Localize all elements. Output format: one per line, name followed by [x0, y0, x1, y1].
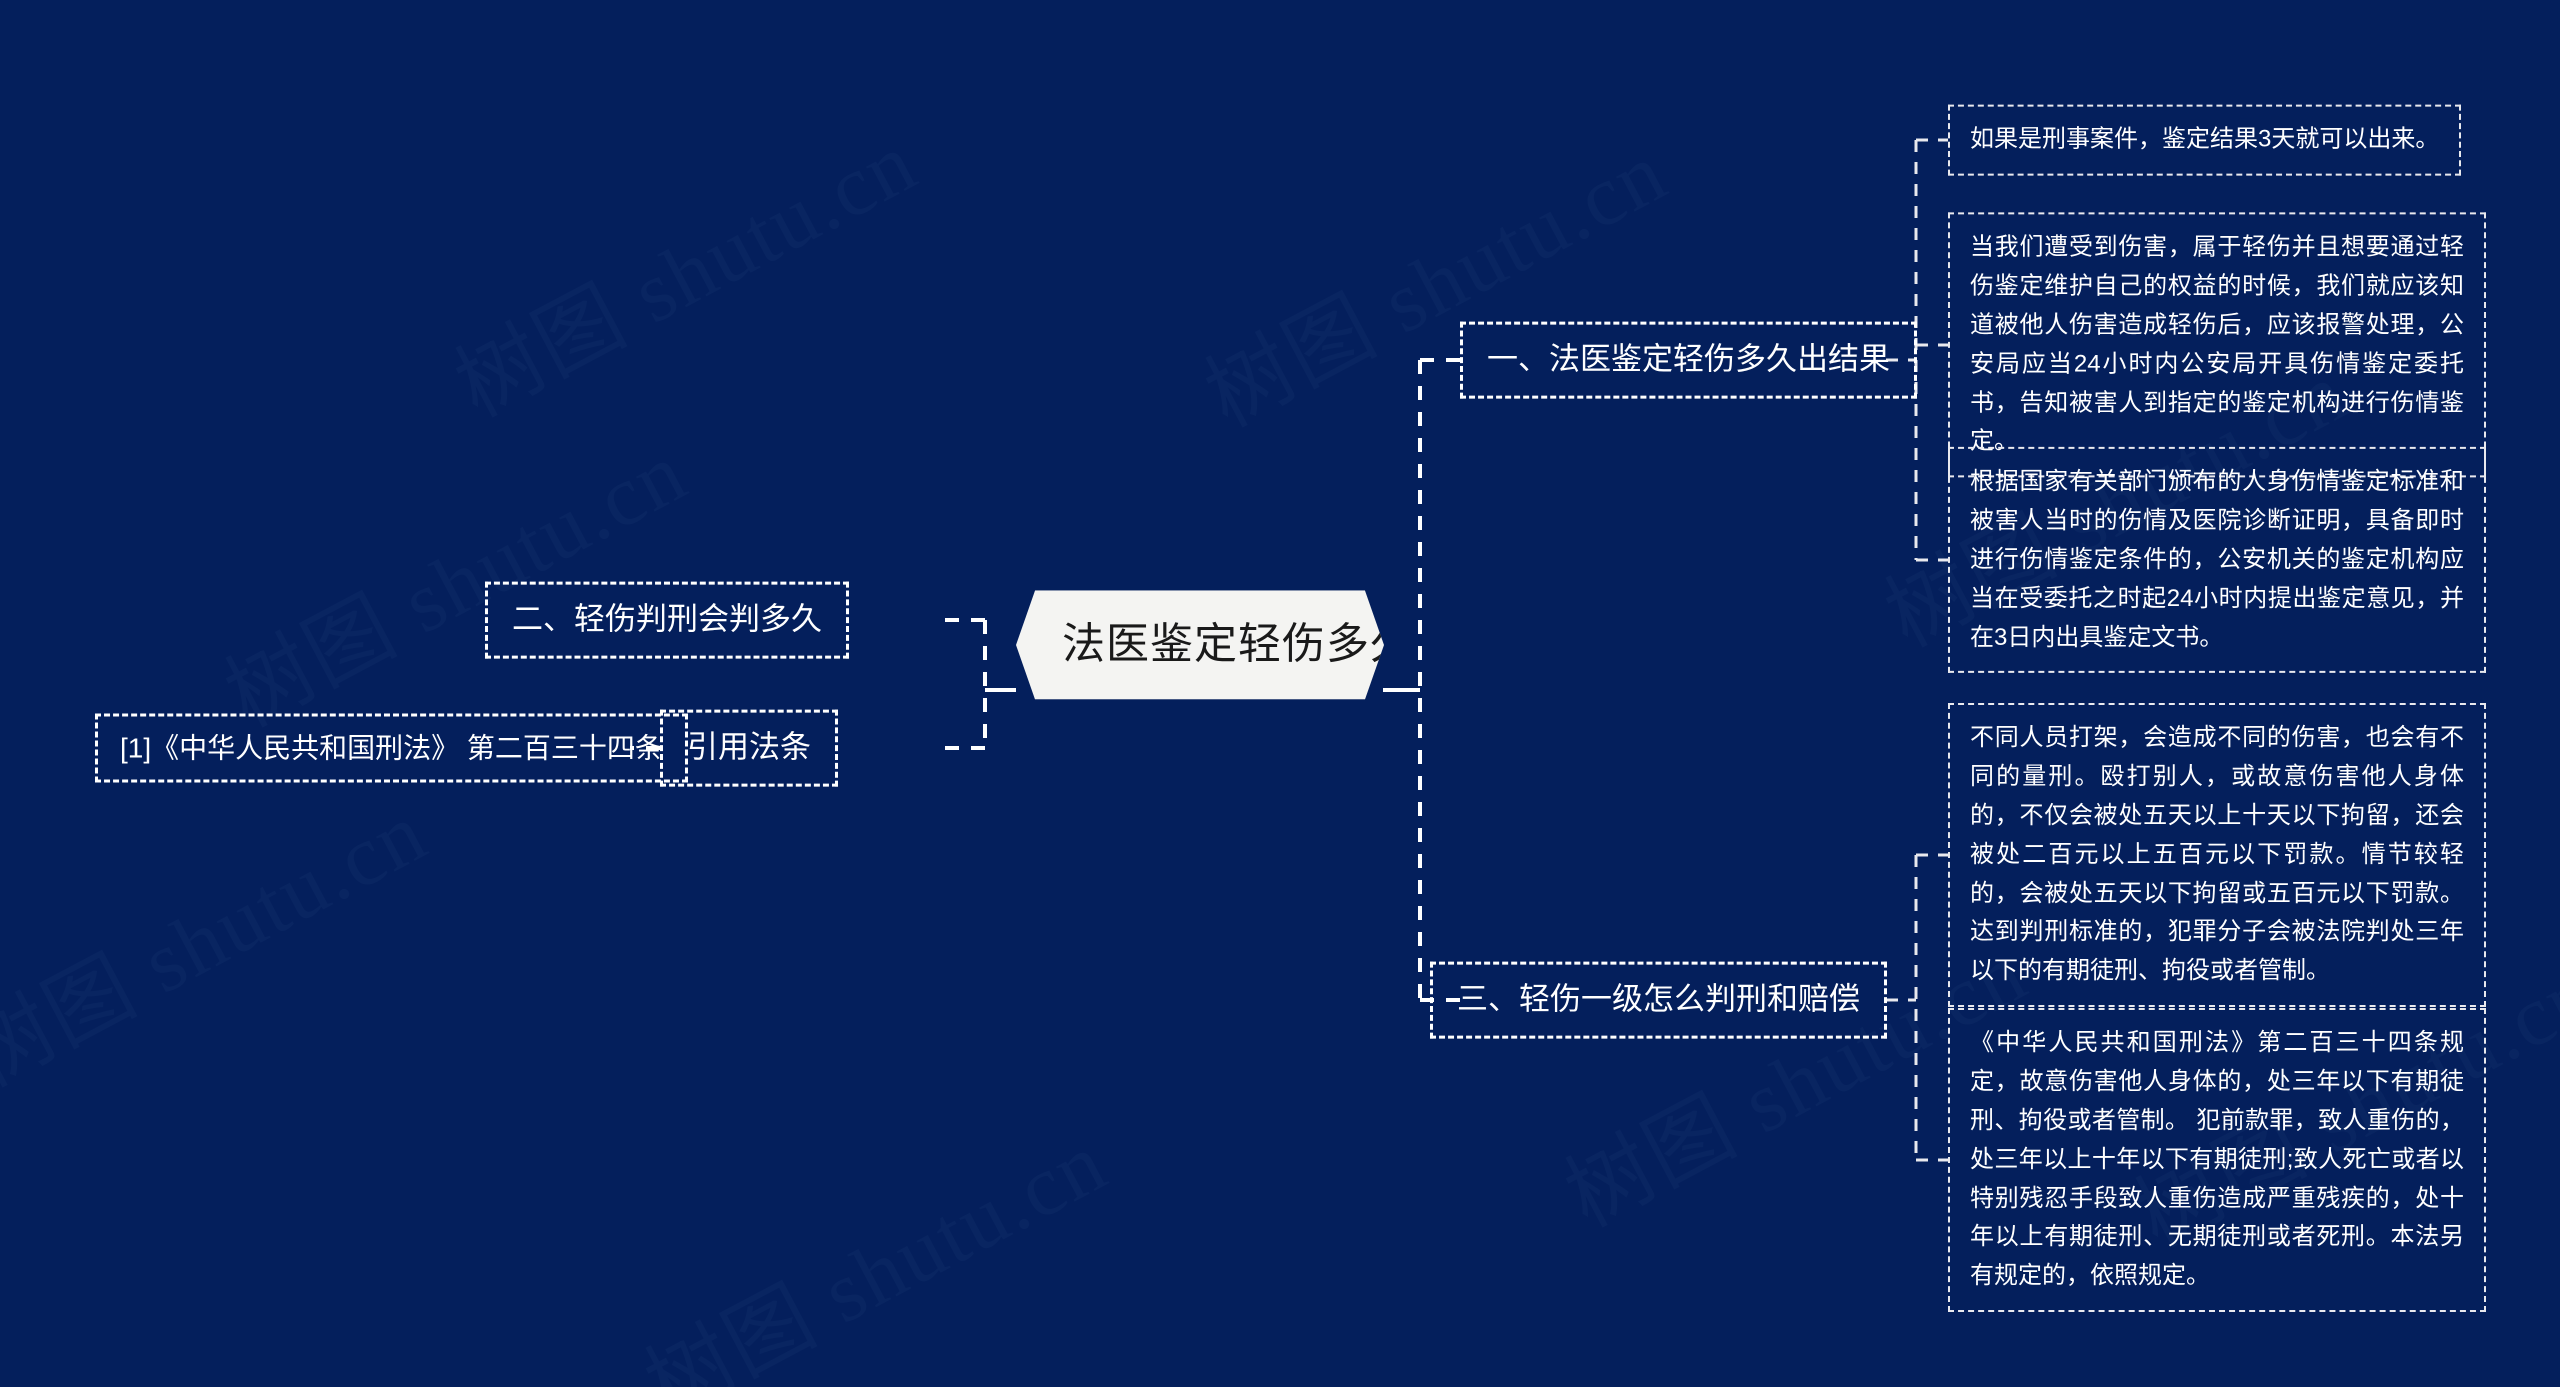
- branch-node-3[interactable]: 三、轻伤一级怎么判刑和赔偿: [1430, 961, 1887, 1039]
- root-node[interactable]: 法医鉴定轻伤多久出结果: [1016, 590, 1384, 700]
- leaf-node-1-2[interactable]: 当我们遭受到伤害，属于轻伤并且想要通过轻伤鉴定维护自己的权益的时候，我们就应该知…: [1948, 212, 2486, 478]
- branch-node-2[interactable]: 二、轻伤判刑会判多久: [485, 581, 849, 659]
- branch-node-1[interactable]: 一、法医鉴定轻伤多久出结果: [1460, 321, 1917, 399]
- mindmap-canvas: 法医鉴定轻伤多久出结果 一、法医鉴定轻伤多久出结果 二、轻伤判刑会判多久 三、轻…: [0, 0, 2560, 1387]
- leaf-node-1-1[interactable]: 如果是刑事案件，鉴定结果3天就可以出来。: [1948, 104, 2462, 176]
- leaf-node-1-3[interactable]: 根据国家有关部门颁布的人身伤情鉴定标准和被害人当时的伤情及医院诊断证明，具备即时…: [1948, 446, 2486, 674]
- leaf-node-3-2[interactable]: 《中华人民共和国刑法》第二百三十四条规定，故意伤害他人身体的，处三年以下有期徒刑…: [1948, 1007, 2486, 1313]
- leaf-node-3-1[interactable]: 不同人员打架，会造成不同的伤害，也会有不同的量刑。殴打别人，或故意伤害他人身体的…: [1948, 702, 2486, 1008]
- leaf-node-reference-citation[interactable]: [1]《中华人民共和国刑法》 第二百三十四条: [95, 713, 688, 783]
